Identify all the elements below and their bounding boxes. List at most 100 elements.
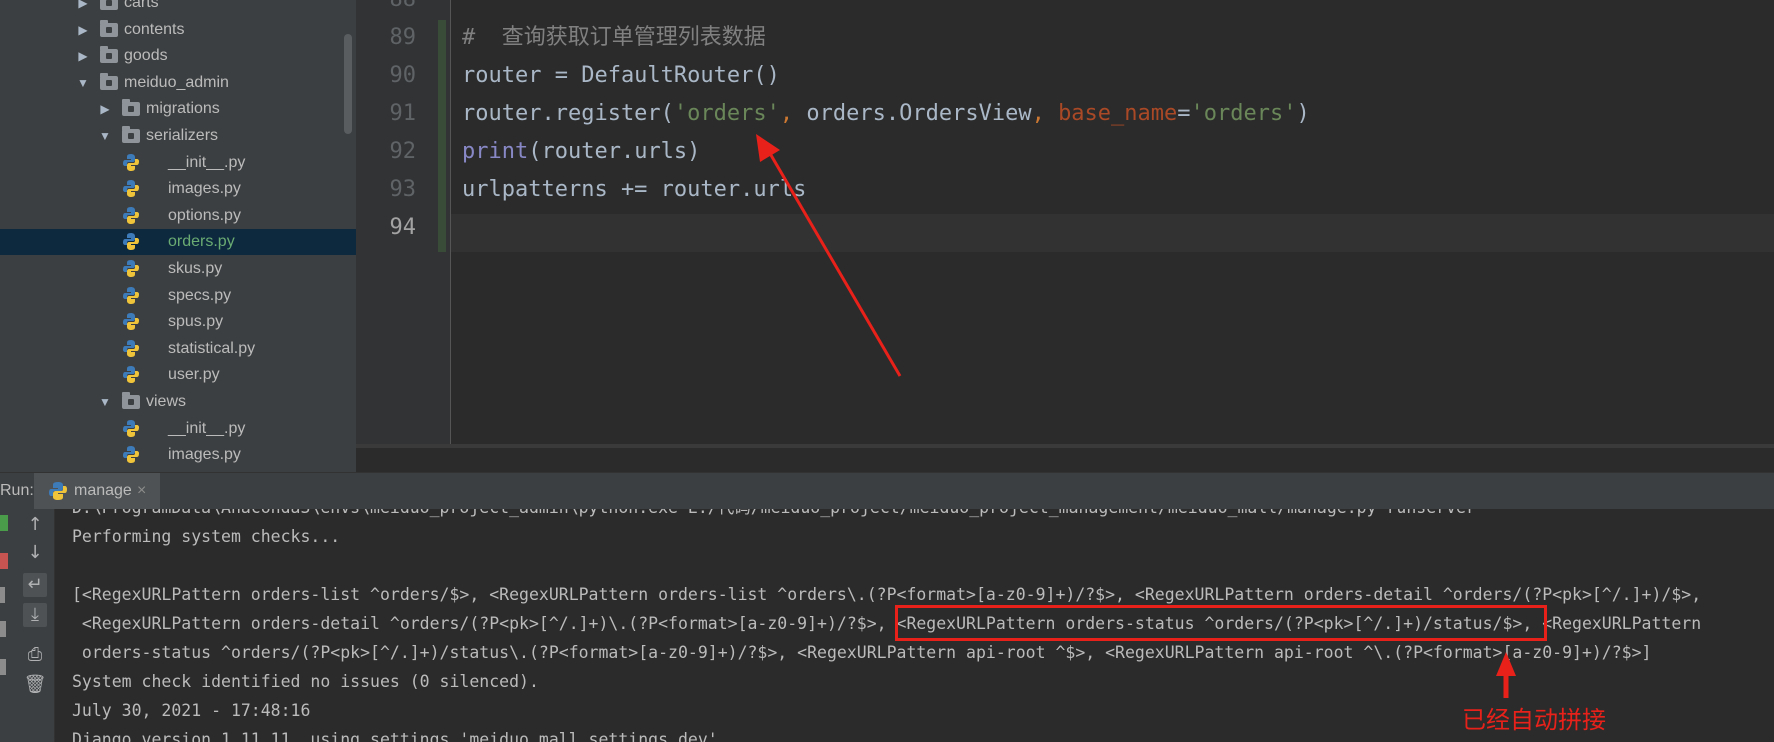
folder-icon [100, 46, 118, 64]
tree-item-label: carts [124, 0, 159, 11]
tree-item-label: spus.py [168, 313, 224, 331]
up-arrow-icon[interactable]: ↑ [23, 513, 47, 537]
tree-folder-item[interactable]: ▼ serializers [0, 123, 356, 149]
annotation-highlight-box [895, 605, 1547, 641]
annotation-text: 已经自动拼接 [1462, 706, 1606, 734]
python-file-icon [123, 153, 139, 171]
tree-item-label: meiduo_admin [124, 73, 229, 91]
code-builtin: print [462, 139, 529, 164]
tree-folder-item[interactable]: ▼ views [0, 389, 356, 415]
chevron-right-icon[interactable]: ▶ [76, 17, 90, 43]
tree-file-item[interactable]: spus.py [0, 309, 356, 335]
tree-item-label: migrations [146, 100, 220, 118]
chevron-down-icon[interactable]: ▼ [98, 389, 112, 415]
tree-file-item[interactable]: specs.py [0, 283, 356, 309]
tree-file-item[interactable]: options.py [0, 203, 356, 229]
current-line-highlight [451, 214, 1774, 252]
tree-file-item[interactable]: user.py [0, 362, 356, 388]
restore-layout-icon[interactable] [0, 621, 6, 637]
python-file-icon [123, 286, 139, 304]
print-icon[interactable]: ⎙ [23, 643, 47, 667]
tree-file-item[interactable]: __init__.py [0, 416, 356, 442]
line-number: 93 [389, 177, 417, 202]
tree-file-item[interactable]: images.py [0, 442, 356, 468]
tree-folder-item[interactable]: ▶ goods [0, 43, 356, 69]
line-number-current: 94 [389, 215, 417, 240]
tree-item-label: images.py [168, 446, 241, 464]
code-token: , [1031, 101, 1059, 126]
pin-icon[interactable] [0, 659, 6, 675]
tree-item-label: __init__.py [168, 419, 246, 437]
code-token: ) [1296, 101, 1310, 126]
tree-folder-item[interactable]: ▶ carts [0, 0, 356, 16]
python-file-icon [123, 313, 139, 331]
tree-file-item[interactable]: statistical.py [0, 336, 356, 362]
chevron-down-icon[interactable]: ▼ [76, 70, 90, 96]
line-number: 88 [356, 0, 417, 19]
code-line: urlpatterns += router.urls [462, 177, 807, 202]
code-line-comment: # 查询获取订单管理列表数据 [462, 25, 766, 50]
tree-folder-item[interactable]: ▶ contents [0, 17, 356, 43]
run-label: Run: [0, 482, 34, 499]
code-string: 'orders' [1190, 101, 1297, 126]
code-token: , [779, 101, 807, 126]
console-line: July 30, 2021 - 17:48:16 [72, 701, 311, 720]
run-tab-label: manage [74, 482, 132, 499]
run-tool-window-header: Run: manage × [0, 472, 1774, 510]
python-file-icon [123, 233, 139, 251]
console-line: Performing system checks... [72, 527, 341, 546]
python-file-icon [123, 206, 139, 224]
stop-icon[interactable] [0, 553, 8, 569]
console-line: orders-status ^orders/(?P<pk>[^/.]+)/sta… [72, 643, 1652, 662]
code-token: orders.OrdersView [806, 101, 1032, 126]
chevron-right-icon[interactable]: ▶ [76, 43, 90, 69]
line-number-gutter: 88 89 90 91 92 93 94 [356, 0, 450, 448]
tree-item-label: orders.py [168, 233, 235, 251]
code-keyword-arg: base_name [1058, 101, 1178, 126]
tree-item-label: contents [124, 20, 185, 38]
close-icon[interactable]: × [137, 473, 146, 509]
tree-file-item[interactable]: orders.py [0, 229, 356, 256]
line-number: 91 [389, 101, 417, 126]
chevron-down-icon[interactable]: ▼ [98, 123, 112, 149]
scroll-to-end-icon[interactable]: ⤓ [23, 603, 47, 627]
tree-file-item[interactable]: __init__.py [0, 150, 356, 176]
tree-item-label: statistical.py [168, 339, 256, 357]
down-arrow-icon[interactable]: ↓ [23, 541, 47, 565]
code-editor[interactable]: 88 89 90 91 92 93 94 # 查询获取订单管理列表数据 rout… [356, 0, 1774, 448]
python-file-icon [123, 180, 139, 198]
tree-folder-item[interactable]: ▶ migrations [0, 96, 356, 122]
run-tab-manage[interactable]: manage × [34, 473, 160, 509]
code-token: router.register( [462, 101, 674, 126]
folder-icon [122, 392, 140, 409]
code-line: router.register('orders', orders.OrdersV… [462, 95, 1310, 133]
console-line: Django version 1.11.11, using settings '… [72, 730, 718, 742]
folder-icon [100, 0, 118, 10]
python-icon [49, 482, 67, 500]
vcs-change-marker [438, 20, 446, 252]
tree-file-item[interactable]: skus.py [0, 256, 356, 282]
python-file-icon [123, 366, 139, 384]
python-file-icon [123, 419, 139, 437]
code-token: = [1177, 101, 1191, 126]
tree-item-label: options.py [168, 206, 241, 224]
chevron-right-icon[interactable]: ▶ [98, 96, 112, 122]
line-number: 89 [389, 25, 417, 50]
rerun-icon[interactable] [0, 515, 8, 531]
line-number: 92 [389, 139, 417, 164]
tree-folder-item[interactable]: ▼ meiduo_admin [0, 70, 356, 96]
tree-item-label: user.py [168, 366, 220, 384]
chevron-right-icon[interactable]: ▶ [76, 0, 90, 16]
tree-item-label: serializers [146, 127, 219, 144]
pause-icon[interactable] [0, 587, 5, 603]
line-number: 90 [389, 63, 417, 88]
code-string: 'orders' [673, 101, 780, 126]
console-line: System check identified no issues (0 sil… [72, 672, 539, 691]
soft-wrap-icon[interactable]: ↵ [23, 573, 47, 597]
tree-item-label: specs.py [168, 286, 232, 304]
tree-scrollbar[interactable] [344, 34, 352, 134]
tree-file-item[interactable]: images.py [0, 176, 356, 202]
tree-item-label: views [146, 393, 187, 410]
console-line: D:\ProgramData\Anaconda3\envs\meiduo_pro… [72, 509, 1476, 522]
trash-icon[interactable]: 🗑 [23, 673, 47, 697]
